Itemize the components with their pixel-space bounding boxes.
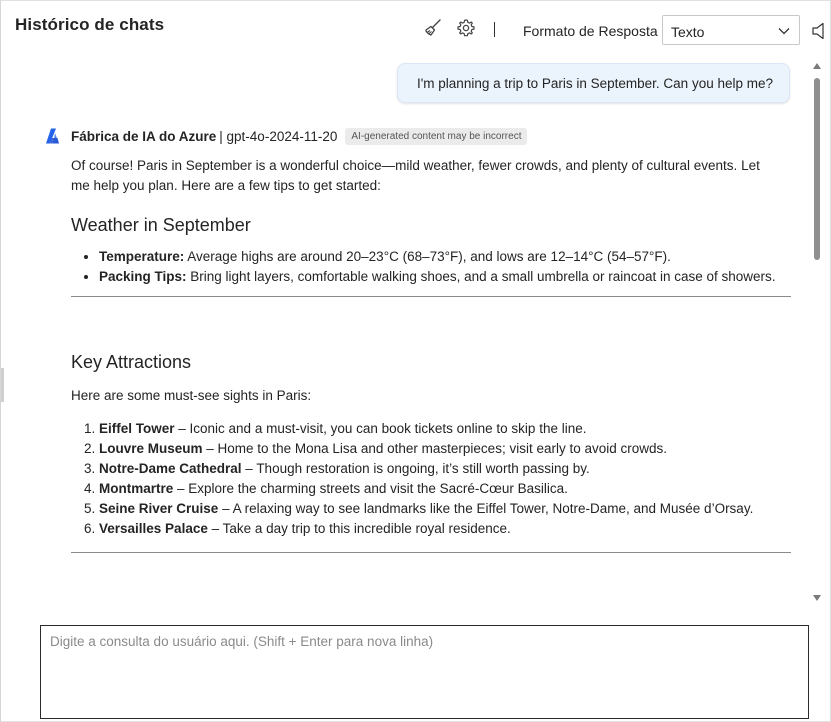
bot-message: Of course! Paris in September is a wonde… <box>71 156 791 553</box>
attractions-intro: Here are some must-see sights in Paris: <box>71 388 312 403</box>
clear-chat-button[interactable] <box>422 17 444 39</box>
bot-name: Fábrica de IA do Azure <box>71 128 217 144</box>
bot-message-header: Fábrica de IA do Azure | gpt-4o-2024-11-… <box>45 125 528 147</box>
bot-intro-line: me help you plan. Here are a few tips to… <box>71 178 381 193</box>
scroll-down-arrow-icon[interactable] <box>813 595 821 601</box>
bot-intro-line: Of course! Paris in September is a wonde… <box>71 158 760 173</box>
response-format-select[interactable]: Texto <box>662 15 800 45</box>
list-item: Eiffel Tower – Iconic and a must-visit, … <box>99 419 791 439</box>
response-format-value: Texto <box>671 24 705 40</box>
user-query-input[interactable] <box>40 625 809 719</box>
divider <box>71 552 791 553</box>
response-format-label: Formato de Resposta <box>523 23 658 39</box>
user-message: I'm planning a trip to Paris in Septembe… <box>396 63 790 103</box>
gear-icon <box>457 19 475 37</box>
settings-button[interactable] <box>455 17 477 39</box>
list-item: Versailles Palace – Take a day trip to t… <box>99 519 791 539</box>
attractions-heading: Key Attractions <box>71 352 192 372</box>
ai-disclaimer-badge: AI-generated content may be incorrect <box>345 127 528 145</box>
page-title: Histórico de chats <box>15 15 165 34</box>
bot-model: | gpt-4o-2024-11-20 <box>219 128 338 144</box>
scrollbar-thumb[interactable] <box>814 78 820 260</box>
speaker-icon <box>812 22 824 40</box>
toolbar-separator <box>494 22 495 37</box>
list-item: Louvre Museum – Home to the Mona Lisa an… <box>99 439 791 459</box>
chat-history[interactable]: I'm planning a trip to Paris in Septembe… <box>0 58 810 608</box>
divider <box>71 296 791 297</box>
header: Histórico de chats Formato de Resposta T… <box>0 0 831 58</box>
list-item: Packing Tips: Bring light layers, comfor… <box>99 267 791 287</box>
weather-list: Temperature: Average highs are around 20… <box>71 247 791 287</box>
chevron-down-icon <box>777 24 791 43</box>
attractions-list: Eiffel Tower – Iconic and a must-visit, … <box>71 419 791 539</box>
list-item: Temperature: Average highs are around 20… <box>99 247 791 267</box>
azure-ai-logo-icon <box>46 128 59 144</box>
list-item: Montmartre – Explore the charming street… <box>99 479 791 499</box>
speaker-button[interactable] <box>812 22 826 45</box>
scroll-up-arrow-icon[interactable] <box>813 63 821 69</box>
chat-scrollbar[interactable] <box>810 58 824 608</box>
broom-icon <box>425 19 441 36</box>
weather-heading: Weather in September <box>71 215 251 235</box>
list-item: Notre-Dame Cathedral – Though restoratio… <box>99 459 791 479</box>
list-item: Seine River Cruise – A relaxing way to s… <box>99 499 791 519</box>
